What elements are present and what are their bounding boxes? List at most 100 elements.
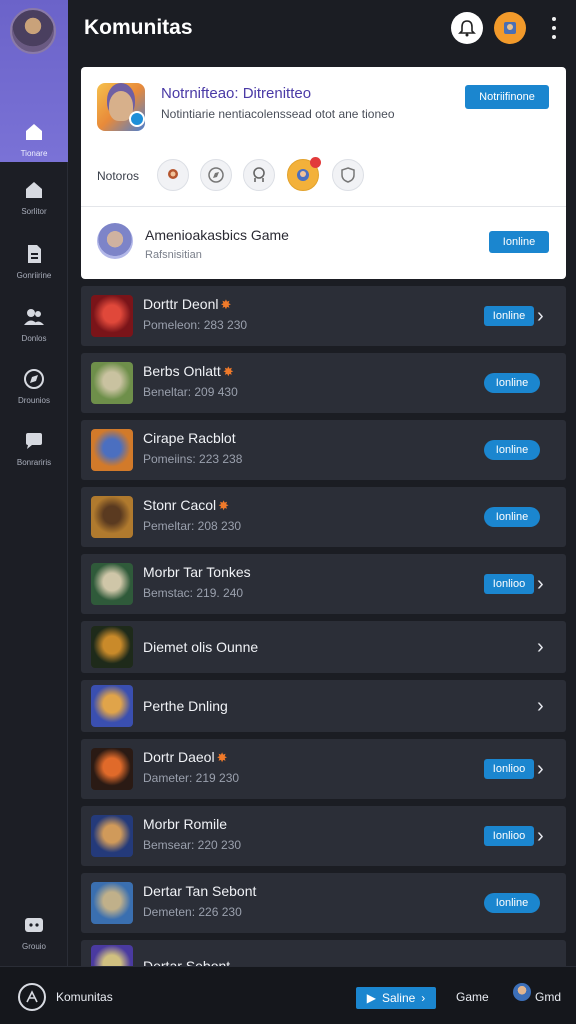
sidebar-item-gonriirine[interactable]: Gonriirine xyxy=(0,242,68,294)
list-item[interactable]: Morbr Romile Bemsear: 220 230 Ionlioo › xyxy=(81,806,566,866)
list-item[interactable]: Diemet olis Ounne › xyxy=(81,621,566,673)
list-item-title: Cirape Racblot xyxy=(143,430,236,446)
compass-icon xyxy=(208,167,224,183)
sidebar-item-label: Tionare xyxy=(20,149,48,158)
user-avatar[interactable] xyxy=(513,983,531,1001)
member-avatar[interactable] xyxy=(287,157,321,191)
page-title: Komunitas xyxy=(84,16,193,39)
member-avatar[interactable] xyxy=(332,159,364,191)
divider xyxy=(81,206,566,207)
list-item-title-text: Dortr Daeol xyxy=(143,749,215,765)
notification-card: Notrnifteao: Ditrenitteo Notintiarie nen… xyxy=(81,67,566,279)
online-button[interactable]: Ionlioo xyxy=(484,574,534,594)
list-item-subtitle: Demeten: 226 230 xyxy=(143,905,242,919)
online-button[interactable]: Ionline xyxy=(484,440,540,460)
game-subtitle: Rafsnisitian xyxy=(145,249,202,261)
list-item[interactable]: Stonr Cacol ✸ Pemeltar: 208 230 Ionline xyxy=(81,487,566,547)
game-online-button[interactable]: Ionline xyxy=(489,231,549,253)
bottom-online-button[interactable]: ▶ Saline › xyxy=(356,987,436,1009)
character-icon xyxy=(168,169,178,179)
chevron-right-icon[interactable]: › xyxy=(537,637,549,657)
play-icon: ▶ xyxy=(366,991,376,1005)
header: Komunitas xyxy=(68,0,576,58)
shield-icon xyxy=(341,167,355,183)
trending-icon: ✸ xyxy=(218,498,230,513)
game-tab[interactable]: Game xyxy=(456,990,489,1004)
card-title: Notrnifteao: Ditrenitteo xyxy=(161,85,312,102)
game-thumbnail xyxy=(91,748,133,790)
list-item-subtitle: Pomeiins: 223 238 xyxy=(143,452,243,466)
game-controller-icon xyxy=(22,913,46,937)
sidebar-item-bonrariris[interactable]: Bonrariris xyxy=(0,429,68,481)
user-avatar[interactable] xyxy=(10,8,56,54)
community-logo-icon[interactable] xyxy=(18,983,46,1011)
bell-icon xyxy=(458,20,476,37)
online-button[interactable]: Ionlioo xyxy=(484,826,534,846)
chevron-right-icon[interactable]: › xyxy=(537,306,549,326)
member-avatar[interactable] xyxy=(243,159,275,191)
list-item-title-text: Dorttr Deonl xyxy=(143,296,219,312)
online-button[interactable]: Ionlioo xyxy=(484,759,534,779)
game-thumbnail xyxy=(91,882,133,924)
chevron-right-icon[interactable]: › xyxy=(537,696,549,716)
trending-icon: ✸ xyxy=(216,750,228,765)
game-title: Amenioakasbics Game xyxy=(145,227,289,243)
list-item[interactable]: Perthe Dnling › xyxy=(81,680,566,732)
list-item-title-text: Diemet olis Ounne xyxy=(143,639,259,655)
compass-icon xyxy=(22,367,46,391)
profile-button[interactable] xyxy=(494,12,526,44)
online-button[interactable]: Ionline xyxy=(484,507,540,527)
card-action-button[interactable]: Notriifinone xyxy=(465,85,549,109)
more-options-icon[interactable] xyxy=(544,14,564,42)
chevron-right-icon[interactable]: › xyxy=(537,759,549,779)
sidebar: Tionare Sorlitor Gonriirine Donlos Droun… xyxy=(0,0,68,966)
list-item-title-text: Perthe Dnling xyxy=(143,698,228,714)
member-avatar[interactable] xyxy=(200,159,232,191)
sidebar-item-donlos[interactable]: Donlos xyxy=(0,305,68,357)
list-item-subtitle: Pemeltar: 208 230 xyxy=(143,519,242,533)
game-thumbnail xyxy=(91,563,133,605)
game-thumbnail xyxy=(91,685,133,727)
sidebar-item-label: Sorlitor xyxy=(21,207,47,216)
chevron-right-icon[interactable]: › xyxy=(537,574,549,594)
online-button[interactable]: Ionline xyxy=(484,306,534,326)
list-item-subtitle: Pomeleon: 283 230 xyxy=(143,318,248,332)
game-thumbnail xyxy=(91,295,133,337)
sidebar-item-label: Gonriirine xyxy=(16,271,52,280)
notification-button[interactable] xyxy=(451,12,483,44)
sidebar-item-tionare[interactable]: Tionare xyxy=(0,120,68,172)
sidebar-item-grouio[interactable]: Grouio xyxy=(0,913,68,965)
list-item-title-text: Morbr Romile xyxy=(143,816,228,832)
online-button[interactable]: Ionline xyxy=(484,893,540,913)
chevron-right-icon[interactable]: › xyxy=(537,826,549,846)
bottom-online-button-label: Saline xyxy=(381,991,416,1005)
online-button[interactable]: Ionline xyxy=(484,373,540,393)
helmet-icon xyxy=(253,167,265,182)
list-item[interactable]: Cirape Racblot Pomeiins: 223 238 Ionline xyxy=(81,420,566,480)
list-item[interactable]: Dorttr Deonl ✸ Pomeleon: 283 230 Ionline › xyxy=(81,286,566,346)
chat-icon xyxy=(22,429,46,453)
avatar-icon xyxy=(504,22,516,34)
list-item-title-text: Dertar Tan Sebont xyxy=(143,883,257,899)
list-item[interactable]: Berbs Onlatt ✸ Beneltar: 209 430 Ionline xyxy=(81,353,566,413)
character-icon xyxy=(297,169,309,181)
list-item-title: Berbs Onlatt ✸ xyxy=(143,363,234,380)
sidebar-item-sorlitor[interactable]: Sorlitor xyxy=(0,178,68,230)
members-label: Notoros xyxy=(97,169,140,183)
list-item[interactable]: Morbr Tar Tonkes Bemstac: 219. 240 Ionlioo… xyxy=(81,554,566,614)
home-icon xyxy=(22,178,46,202)
member-avatar[interactable] xyxy=(157,159,189,191)
sidebar-item-label: Grouio xyxy=(21,942,46,951)
game-thumbnail xyxy=(91,626,133,668)
list-item[interactable]: Dertar Tan Sebont Demeten: 226 230 Ionline xyxy=(81,873,566,933)
sidebar-item-drounios[interactable]: Drounios xyxy=(0,367,68,419)
list-item-title-text: Stonr Cacol xyxy=(143,497,217,513)
list-item-subtitle: Dameter: 219 230 xyxy=(143,771,240,785)
list-item-title: Dorttr Deonl ✸ xyxy=(143,296,231,313)
sidebar-item-label: Bonrariris xyxy=(16,458,52,467)
community-icon xyxy=(22,120,46,144)
verified-badge-icon xyxy=(129,111,145,127)
list-item[interactable]: Dortr Daeol ✸ Dameter: 219 230 Ionlioo › xyxy=(81,739,566,799)
trending-icon: ✸ xyxy=(220,297,232,312)
list-item-title: Stonr Cacol ✸ xyxy=(143,497,229,514)
